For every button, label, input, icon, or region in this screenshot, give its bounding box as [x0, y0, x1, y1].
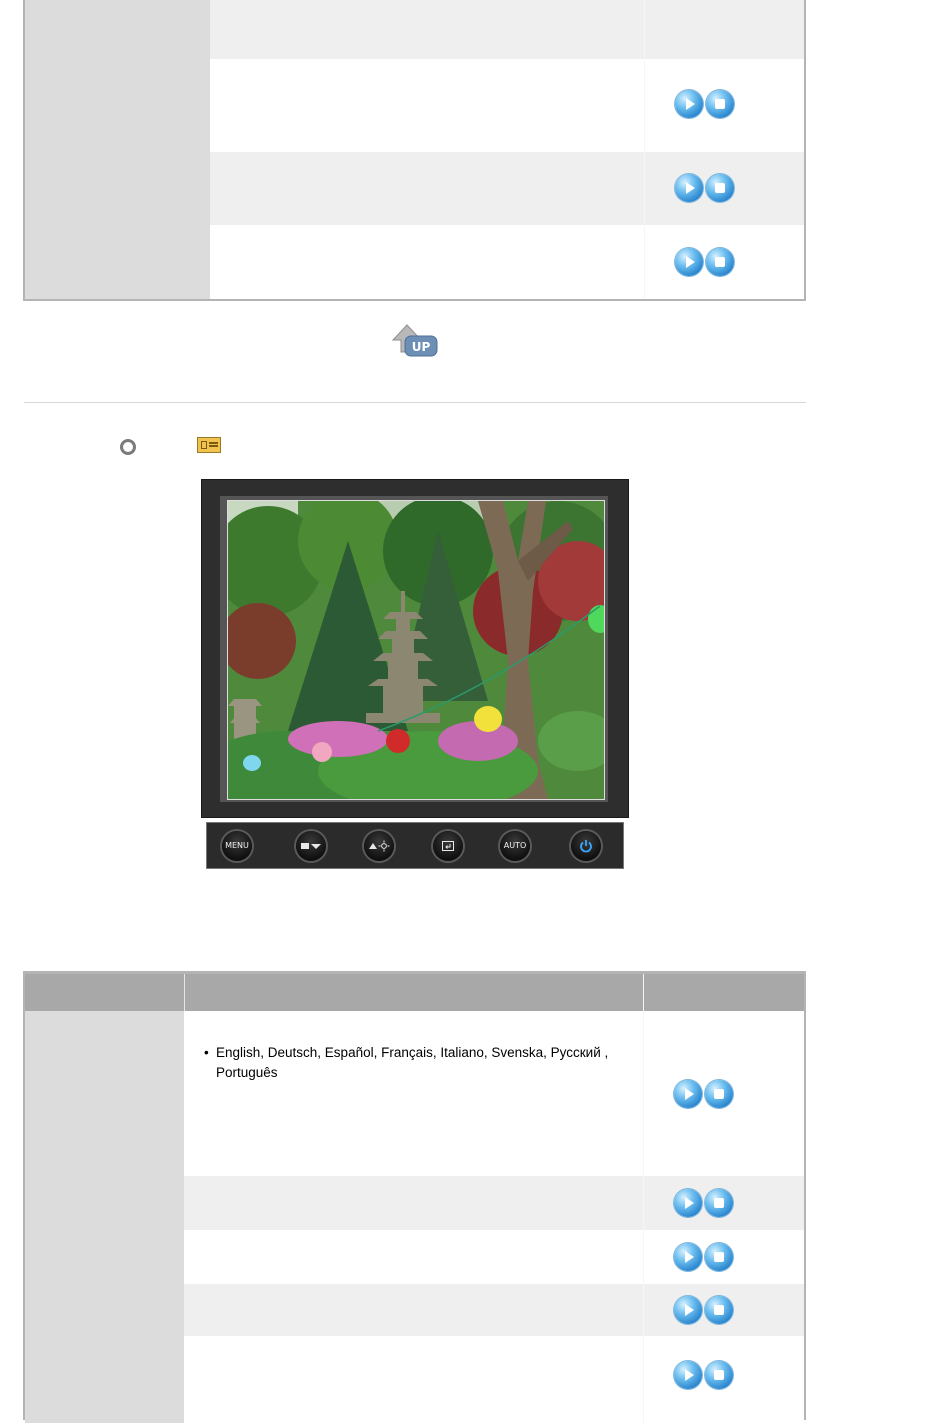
label-cell [25, 1011, 184, 1176]
action-cell [643, 1336, 804, 1423]
action-cell [644, 59, 804, 152]
monitor-control-panel: MENU AUTO [206, 822, 624, 869]
label-cell [25, 225, 210, 299]
table-row [25, 59, 804, 152]
table-row [25, 152, 804, 225]
play-stop-group [674, 1361, 733, 1389]
stop-icon[interactable] [705, 1189, 733, 1217]
magic-bright-icon [301, 843, 321, 849]
action-cell [644, 0, 804, 59]
table-row [25, 1176, 804, 1230]
action-cell [643, 1176, 804, 1230]
label-cell [25, 0, 210, 59]
play-stop-group [674, 1296, 733, 1324]
bullet: • [204, 1045, 209, 1060]
enter-icon [442, 841, 454, 851]
play-icon[interactable] [675, 248, 703, 276]
power-button[interactable] [571, 831, 601, 861]
header-cell [643, 974, 804, 1011]
description-cell [210, 152, 644, 225]
language-options-text: English, Deutsch, Español, Français, Ita… [216, 1045, 609, 1080]
play-icon[interactable] [674, 1361, 702, 1389]
play-stop-group [675, 90, 734, 118]
description-cell [210, 59, 644, 152]
menu-button-label: MENU [225, 841, 249, 850]
action-cell [644, 225, 804, 299]
play-icon[interactable] [674, 1243, 702, 1271]
description-cell: • English, Deutsch, Español, Français, I… [184, 1011, 643, 1176]
label-cell [25, 152, 210, 225]
auto-button-label: AUTO [503, 841, 527, 850]
table-row [25, 225, 804, 299]
settings-table-1 [23, 0, 806, 301]
table-row [25, 0, 804, 59]
header-cell [184, 974, 644, 1011]
description-cell [210, 0, 644, 59]
settings-table-2: • English, Deutsch, Español, Français, I… [23, 971, 806, 1423]
description-cell [184, 1284, 643, 1336]
label-cell [25, 59, 210, 152]
play-icon[interactable] [675, 90, 703, 118]
label-cell [25, 1230, 184, 1284]
picture-mode-icon [197, 437, 221, 453]
menu-button[interactable]: MENU [222, 831, 252, 861]
stop-icon[interactable] [705, 1080, 733, 1108]
play-stop-group [674, 1243, 733, 1271]
play-stop-group [675, 174, 734, 202]
table-header-row [25, 974, 804, 1011]
header-cell [25, 974, 184, 1011]
magic-bright-button[interactable] [296, 831, 326, 861]
action-cell [644, 152, 804, 225]
play-icon[interactable] [674, 1080, 702, 1108]
divider [24, 402, 806, 403]
label-cell [25, 1284, 184, 1336]
action-cell [643, 1230, 804, 1284]
svg-text:UP: UP [412, 340, 431, 354]
description-cell [210, 225, 644, 299]
monitor-illustration [201, 479, 629, 818]
table-row: • English, Deutsch, Español, Français, I… [25, 1011, 804, 1176]
stop-icon[interactable] [706, 90, 734, 118]
stop-icon[interactable] [706, 248, 734, 276]
play-icon[interactable] [674, 1296, 702, 1324]
play-icon[interactable] [674, 1189, 702, 1217]
play-stop-group [675, 248, 734, 276]
action-cell [643, 1284, 804, 1336]
brightness-button[interactable] [364, 831, 394, 861]
label-cell [25, 1336, 184, 1423]
up-arrow-icon[interactable]: UP [391, 322, 439, 358]
table-row [25, 1284, 804, 1336]
stop-icon[interactable] [705, 1243, 733, 1271]
stop-icon[interactable] [705, 1296, 733, 1324]
description-cell [184, 1176, 643, 1230]
table-row [25, 1336, 804, 1423]
circle-bullet-icon [120, 439, 136, 455]
play-icon[interactable] [675, 174, 703, 202]
description-cell [184, 1336, 643, 1423]
stop-icon[interactable] [706, 174, 734, 202]
description-cell [184, 1230, 643, 1284]
action-cell [643, 1011, 804, 1176]
play-stop-group [674, 1189, 733, 1217]
table-row [25, 1230, 804, 1284]
auto-button[interactable]: AUTO [500, 831, 530, 861]
power-icon [580, 840, 592, 853]
garden-photo [227, 500, 605, 800]
label-cell [25, 1176, 184, 1230]
enter-button[interactable] [433, 831, 463, 861]
stop-icon[interactable] [705, 1361, 733, 1389]
play-stop-group [674, 1080, 733, 1108]
garden-scene-image [228, 501, 604, 799]
brightness-icon [369, 840, 390, 852]
